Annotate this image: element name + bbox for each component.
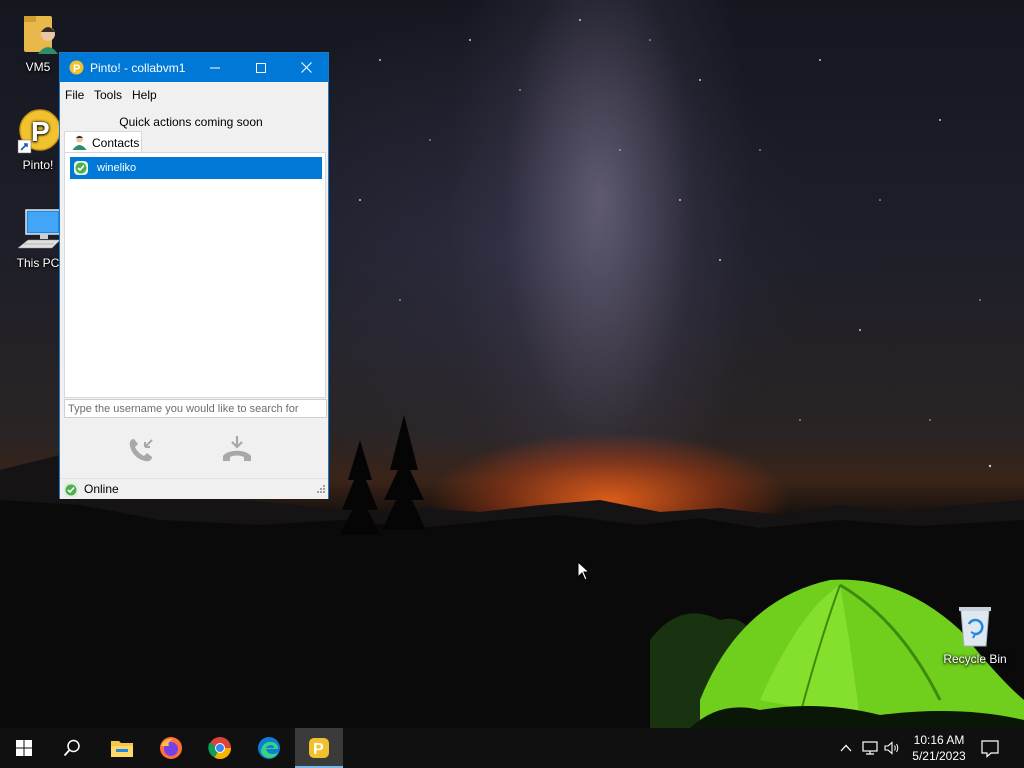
svg-text:P: P bbox=[313, 741, 324, 758]
start-button[interactable] bbox=[0, 728, 48, 768]
maximize-button[interactable] bbox=[238, 53, 284, 82]
firefox-icon bbox=[160, 737, 182, 759]
status-text[interactable]: Online bbox=[84, 482, 119, 496]
desktop-icon-label: Recycle Bin bbox=[943, 652, 1007, 666]
search-button[interactable] bbox=[48, 728, 96, 768]
close-button[interactable] bbox=[283, 53, 329, 82]
tab-contacts-label: Contacts bbox=[92, 136, 140, 150]
folder-user-icon bbox=[14, 10, 62, 58]
clock-time: 10:16 AM bbox=[913, 733, 965, 747]
computer-icon bbox=[14, 206, 62, 254]
close-icon bbox=[300, 62, 312, 73]
network-icon bbox=[862, 741, 878, 755]
speaker-icon bbox=[884, 741, 899, 755]
recycle-bin-icon bbox=[951, 602, 999, 650]
menu-tools[interactable]: Tools bbox=[94, 88, 122, 102]
chevron-up-icon bbox=[840, 744, 852, 752]
pinto-shortcut-icon: P bbox=[14, 108, 62, 156]
online-status-icon[interactable] bbox=[63, 482, 79, 501]
show-hidden-icons-button[interactable] bbox=[838, 740, 854, 756]
search-icon bbox=[63, 739, 80, 757]
desktop-icon-recycle-bin[interactable]: Recycle Bin bbox=[936, 602, 1014, 666]
minimize-button[interactable] bbox=[192, 53, 238, 82]
menu-help[interactable]: Help bbox=[132, 88, 157, 102]
pinto-window: P Pinto! - collabvm1 File Tools Help Qui… bbox=[59, 52, 329, 499]
svg-text:P: P bbox=[31, 116, 50, 147]
menu-file[interactable]: File bbox=[65, 88, 84, 102]
status-bar: Online bbox=[60, 478, 328, 499]
start-icon bbox=[16, 740, 32, 756]
mouse-cursor-icon bbox=[577, 561, 591, 581]
volume-tray-button[interactable] bbox=[884, 740, 900, 756]
taskbar-pinto[interactable]: P bbox=[295, 728, 343, 768]
hangup-button[interactable] bbox=[220, 433, 254, 467]
online-status-icon bbox=[73, 160, 89, 179]
phone-call-icon bbox=[129, 439, 153, 462]
chrome-icon bbox=[208, 737, 231, 759]
minimize-icon bbox=[210, 67, 220, 68]
window-title: Pinto! - collabvm1 bbox=[90, 61, 186, 75]
quick-actions-text: Quick actions coming soon bbox=[119, 115, 263, 129]
pinto-icon: P bbox=[309, 738, 329, 758]
menu-bar: File Tools Help bbox=[60, 82, 328, 107]
taskbar-chrome[interactable] bbox=[196, 728, 244, 768]
notification-icon bbox=[981, 740, 999, 758]
taskbar-file-explorer[interactable] bbox=[98, 728, 146, 768]
contacts-icon bbox=[71, 134, 88, 154]
edge-icon bbox=[258, 737, 280, 759]
contact-name: wineliko bbox=[97, 162, 137, 174]
maximize-icon bbox=[256, 62, 266, 73]
taskbar-firefox[interactable] bbox=[147, 728, 195, 768]
clock-date: 5/21/2023 bbox=[912, 749, 966, 763]
window-titlebar[interactable]: P Pinto! - collabvm1 bbox=[60, 53, 328, 82]
svg-text:P: P bbox=[73, 63, 80, 75]
call-button[interactable] bbox=[124, 433, 158, 467]
contact-row-wineliko[interactable]: wineliko bbox=[70, 157, 322, 179]
taskbar-clock[interactable]: 10:16 AM 5/21/2023 bbox=[906, 732, 972, 764]
resize-grip-icon[interactable] bbox=[316, 483, 326, 497]
phone-hangup-icon bbox=[223, 436, 251, 461]
file-explorer-icon bbox=[111, 741, 133, 757]
notification-center-button[interactable] bbox=[980, 738, 1000, 761]
network-tray-button[interactable] bbox=[862, 740, 878, 756]
taskbar-edge[interactable] bbox=[245, 728, 293, 768]
username-search-input[interactable] bbox=[64, 399, 327, 418]
contact-list[interactable]: wineliko bbox=[64, 152, 326, 398]
tab-contacts[interactable]: Contacts bbox=[64, 131, 142, 153]
pinto-app-icon: P bbox=[69, 60, 84, 75]
taskbar: P 10:16 AM 5/21/2023 bbox=[0, 728, 1024, 768]
